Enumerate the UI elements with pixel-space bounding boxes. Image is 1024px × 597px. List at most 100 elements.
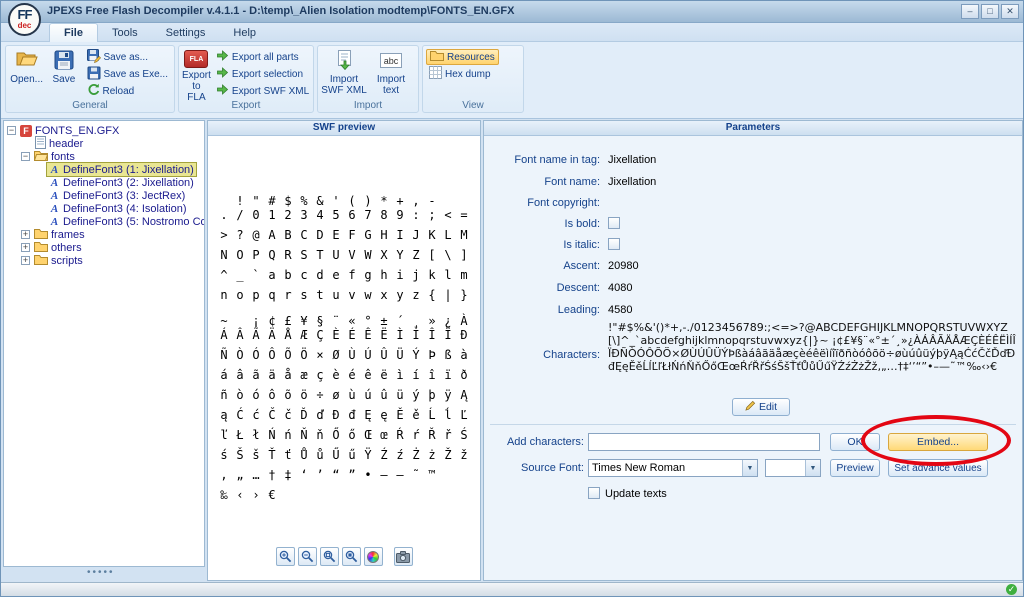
glyph-cell[interactable]: q	[264, 285, 280, 305]
glyph-cell[interactable]: [	[424, 245, 440, 265]
snapshot-button[interactable]	[393, 547, 413, 566]
glyph-cell[interactable]: ’	[312, 465, 328, 485]
expand-icon[interactable]: +	[21, 230, 30, 239]
glyph-cell[interactable]: ]	[456, 245, 472, 265]
glyph-cell[interactable]: å	[280, 365, 296, 385]
glyph-cell[interactable]: ť	[280, 445, 296, 465]
glyph-cell[interactable]: É	[344, 325, 360, 345]
export-selection-button[interactable]: Export selection	[213, 66, 312, 82]
glyph-cell[interactable]: Ñ	[216, 345, 232, 365]
glyph-cell[interactable]: =	[456, 205, 472, 225]
edit-button[interactable]: Edit	[732, 398, 790, 416]
zoom-in-button[interactable]	[275, 547, 295, 566]
tree-item[interactable]: A DefineFont3 (1: Jixellation)	[4, 162, 204, 177]
glyph-cell[interactable]: ń	[280, 425, 296, 445]
glyph-cell[interactable]: 6	[344, 205, 360, 225]
glyph-cell[interactable]: ě	[408, 405, 424, 425]
glyph-cell[interactable]: á	[216, 365, 232, 385]
glyph-cell[interactable]: š	[248, 445, 264, 465]
glyph-cell[interactable]: Ż	[408, 445, 424, 465]
glyph-cell[interactable]: Å	[280, 325, 296, 345]
glyph-cell[interactable]: R	[280, 245, 296, 265]
glyph-cell[interactable]: æ	[296, 365, 312, 385]
glyph-cell[interactable]: m	[456, 265, 472, 285]
collapse-icon[interactable]: −	[7, 126, 16, 135]
glyph-cell[interactable]: D	[312, 225, 328, 245]
glyph-cell[interactable]: ľ	[216, 425, 232, 445]
preview-button[interactable]: Preview	[830, 459, 880, 477]
glyph-cell[interactable]: Ĺ	[424, 405, 440, 425]
glyph-cell[interactable]: ŕ	[408, 425, 424, 445]
update-texts-checkbox[interactable]	[588, 487, 600, 499]
glyph-cell[interactable]: Î	[424, 325, 440, 345]
glyph-cell[interactable]: ę	[376, 405, 392, 425]
glyph-cell[interactable]: Û	[376, 345, 392, 365]
tree-item[interactable]: header	[4, 135, 204, 150]
glyph-cell[interactable]: k	[424, 265, 440, 285]
glyph-cell[interactable]: ś	[216, 445, 232, 465]
glyph-cell[interactable]: ;	[424, 205, 440, 225]
glyph-cell[interactable]: Đ	[328, 405, 344, 425]
glyph-cell[interactable]: Ž	[440, 445, 456, 465]
add-characters-input[interactable]	[588, 433, 820, 451]
hex-dump-toggle[interactable]: Hex dump	[426, 66, 499, 82]
glyph-cell[interactable]: `	[248, 265, 264, 285]
glyph-cell[interactable]: Y	[392, 245, 408, 265]
chevron-down-icon[interactable]: ▼	[805, 460, 820, 476]
glyph-cell[interactable]: 2	[280, 205, 296, 225]
export-to-fla-button[interactable]: FLA Export to FLA	[182, 48, 211, 103]
tree-item[interactable]: A DefineFont3 (3: JectRex)	[4, 189, 204, 202]
glyph-cell[interactable]: z	[408, 285, 424, 305]
zoom-fit-button[interactable]	[319, 547, 339, 566]
import-swf-xml-button[interactable]: Import SWF XML	[321, 48, 367, 98]
ok-button[interactable]: OK	[830, 433, 880, 451]
collapse-icon[interactable]: −	[21, 152, 30, 161]
glyph-cell[interactable]: 0	[248, 205, 264, 225]
glyph-cell[interactable]: ó	[248, 385, 264, 405]
glyph-cell[interactable]: v	[344, 285, 360, 305]
glyph-cell[interactable]: A	[264, 225, 280, 245]
embed-button[interactable]: Embed...	[888, 433, 988, 451]
glyph-cell[interactable]: ù	[344, 385, 360, 405]
glyph-cell[interactable]: Õ	[280, 345, 296, 365]
glyph-cell[interactable]: |	[440, 285, 456, 305]
glyph-cell[interactable]: >	[216, 225, 232, 245]
glyph-cell[interactable]: Á	[216, 325, 232, 345]
glyph-cell[interactable]: L	[440, 225, 456, 245]
glyph-cell[interactable]: Ř	[424, 425, 440, 445]
glyph-cell[interactable]: 1	[264, 205, 280, 225]
glyph-cell[interactable]: ł	[248, 425, 264, 445]
zoom-actual-button[interactable]	[341, 547, 361, 566]
glyph-cell[interactable]: ü	[392, 385, 408, 405]
glyph-cell[interactable]: —	[392, 465, 408, 485]
glyph-cell[interactable]: Ú	[360, 345, 376, 365]
glyph-cell[interactable]: û	[376, 385, 392, 405]
glyph-cell[interactable]: ą	[216, 405, 232, 425]
glyph-cell[interactable]: Ç	[312, 325, 328, 345]
glyph-cell[interactable]: Ł	[232, 425, 248, 445]
glyph-cell[interactable]: 8	[376, 205, 392, 225]
glyph-cell[interactable]: ż	[424, 445, 440, 465]
glyph-cell[interactable]: č	[280, 405, 296, 425]
glyph-cell[interactable]: M	[456, 225, 472, 245]
glyph-cell[interactable]: Ô	[264, 345, 280, 365]
glyph-cell[interactable]: Ě	[392, 405, 408, 425]
glyph-cell[interactable]: t	[312, 285, 328, 305]
glyph-cell[interactable]: C	[296, 225, 312, 245]
glyph-cell[interactable]: ç	[312, 365, 328, 385]
glyph-cell[interactable]: Ð	[456, 325, 472, 345]
glyph-cell[interactable]: đ	[344, 405, 360, 425]
glyph-cell[interactable]: Í	[408, 325, 424, 345]
glyph-cell[interactable]: 3	[296, 205, 312, 225]
glyph-cell[interactable]: È	[328, 325, 344, 345]
glyph-cell[interactable]: Ŕ	[392, 425, 408, 445]
tree-item[interactable]: A DefineFont3 (2: Jixellation)	[4, 176, 204, 189]
font-style-dropdown[interactable]: ▼	[765, 459, 821, 477]
glyph-cell[interactable]: ê	[360, 365, 376, 385]
glyph-cell[interactable]: œ	[376, 425, 392, 445]
splitter-grip[interactable]: •••••	[87, 567, 115, 578]
glyph-cell[interactable]: h	[376, 265, 392, 285]
glyph-cell[interactable]: u	[328, 285, 344, 305]
menu-tab-settings[interactable]: Settings	[152, 24, 220, 43]
glyph-cell[interactable]: ™	[424, 465, 440, 485]
